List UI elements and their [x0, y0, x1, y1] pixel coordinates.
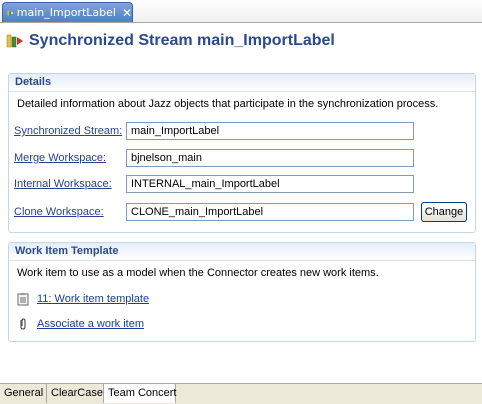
bottom-tab-bar: General ClearCase Team Concert: [0, 383, 482, 404]
sync-stream-icon: [7, 10, 14, 15]
work-item-template-header[interactable]: Work Item Template: [9, 243, 475, 261]
close-icon[interactable]: ✕: [122, 6, 132, 20]
editor-tab-bar: main_ImportLabel ✕: [0, 0, 482, 23]
work-item-template-link[interactable]: 11: Work item template: [37, 293, 149, 305]
internal-workspace-label: Internal Workspace:: [14, 178, 112, 190]
details-description: Detailed information about Jazz objects …: [17, 98, 439, 110]
editor-tab-main-importlabel[interactable]: main_ImportLabel ✕: [2, 2, 133, 22]
internal-workspace-field[interactable]: [126, 175, 414, 193]
template-link-row: 11: Work item template: [16, 292, 149, 306]
page-header: Synchronized Stream main_ImportLabel: [0, 26, 482, 56]
work-item-template-description: Work item to use as a model when the Con…: [17, 267, 379, 279]
work-item-template-section: Work Item Template Work item to use as a…: [8, 242, 476, 342]
details-section-header[interactable]: Details: [9, 74, 475, 92]
details-section: Details Detailed information about Jazz …: [8, 73, 476, 233]
merge-workspace-field[interactable]: [126, 149, 414, 167]
synchronized-stream-label: Synchronized Stream:: [14, 125, 123, 137]
clone-workspace-field[interactable]: [126, 203, 414, 221]
associate-work-item-link[interactable]: Associate a work item: [37, 318, 144, 330]
tab-clearcase[interactable]: ClearCase: [47, 384, 104, 403]
sync-stream-icon: [6, 34, 23, 48]
change-button[interactable]: Change: [421, 202, 467, 222]
clone-workspace-label: Clone Workspace:: [14, 206, 104, 218]
merge-workspace-label: Merge Workspace:: [14, 152, 107, 164]
tab-general[interactable]: General: [0, 384, 47, 403]
clipboard-icon: [17, 293, 29, 306]
page-title: Synchronized Stream main_ImportLabel: [29, 32, 335, 49]
editor-tab-label: main_ImportLabel: [16, 6, 116, 19]
tab-team-concert[interactable]: Team Concert: [104, 384, 176, 403]
synchronized-stream-field[interactable]: [126, 122, 414, 140]
paperclip-icon: [20, 318, 26, 330]
associate-link-row: Associate a work item: [16, 317, 144, 331]
